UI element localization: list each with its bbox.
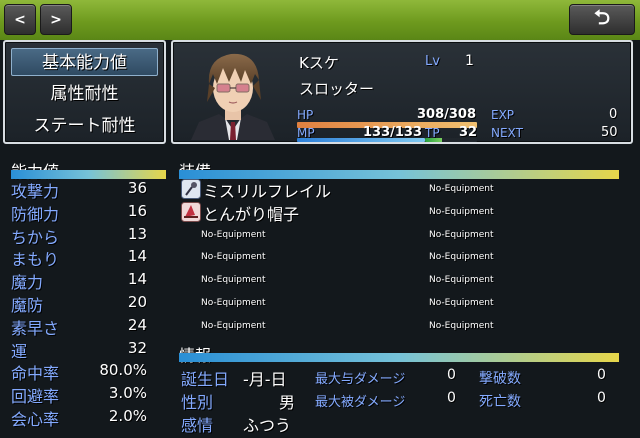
equip-slot[interactable]: No-Equipment	[179, 315, 409, 337]
equip-slot[interactable]: ミスリルフレイル	[179, 178, 409, 203]
kills-label: 撃破数	[479, 371, 521, 387]
hat-icon	[181, 201, 201, 226]
gender-value: 男	[279, 393, 296, 412]
level-label: Lv	[425, 54, 440, 69]
hp-value: 308/308	[417, 107, 477, 122]
equip-empty-label: No-Equipment	[201, 252, 266, 263]
status-window: 能力値 攻撃力36防御力16ちから13まもり14魔力14魔防20素早さ24運32…	[3, 150, 633, 435]
param-value: 14	[127, 270, 147, 289]
param-value: 24	[127, 315, 147, 334]
prev-actor-button[interactable]: <	[4, 4, 36, 35]
equip-empty-label: No-Equipment	[201, 229, 266, 240]
hp-label: HP	[297, 108, 314, 122]
mp-gauge	[297, 138, 425, 142]
param-label: 防御力	[11, 204, 60, 224]
equip-empty-label: No-Equipment	[429, 298, 494, 308]
menu-item-basic-params[interactable]: 基本能力値	[11, 48, 158, 76]
equip-name: とんがり帽子	[203, 204, 300, 224]
category-menu: 基本能力値 属性耐性 ステート耐性	[3, 40, 166, 144]
next-label: NEXT	[491, 126, 523, 140]
equip-empty-label: No-Equipment	[201, 298, 266, 308]
tp-gauge	[425, 138, 477, 142]
param-value: 14	[127, 247, 147, 266]
max-taken-label: 最大被ダメージ	[315, 395, 406, 410]
equip-slot[interactable]: No-Equipment	[423, 246, 619, 268]
equip-empty-label: No-Equipment	[429, 206, 494, 217]
max-taken-value: 0	[447, 390, 456, 406]
kills-value: 0	[597, 367, 606, 383]
param-label: 攻撃力	[11, 182, 60, 201]
param-value: 3.0%	[108, 384, 147, 403]
exp-value: 0	[609, 107, 618, 122]
gender-label: 性別	[181, 393, 214, 412]
menu-item-state-resist[interactable]: ステート耐性	[11, 112, 158, 140]
equip-empty-label: No-Equipment	[429, 229, 494, 240]
param-label: 回避率	[11, 387, 60, 407]
equip-slot[interactable]: No-Equipment	[179, 292, 409, 314]
equip-slot[interactable]: No-Equipment	[179, 246, 409, 268]
param-label: ちから	[11, 227, 60, 247]
equip-slot[interactable]: No-Equipment	[179, 269, 409, 291]
top-bar: < > ⮌	[0, 0, 640, 40]
equip-slot[interactable]: No-Equipment	[179, 224, 409, 246]
equip-slot[interactable]: No-Equipment	[423, 178, 619, 200]
equip-empty-label: No-Equipment	[429, 252, 494, 263]
param-value: 16	[127, 201, 147, 220]
max-dealt-label: 最大与ダメージ	[315, 372, 406, 387]
equip-slot[interactable]: No-Equipment	[423, 269, 619, 291]
menu-item-label: 基本能力値	[42, 53, 127, 73]
param-label: 命中率	[11, 364, 60, 384]
equip-empty-label: No-Equipment	[201, 320, 266, 331]
next-actor-button[interactable]: >	[40, 4, 72, 35]
equip-slot[interactable]: とんがり帽子	[179, 201, 409, 226]
menu-item-label: 属性耐性	[50, 84, 119, 104]
actor-face-portrait	[191, 53, 275, 140]
next-value: 50	[601, 125, 618, 140]
param-value: 20	[127, 293, 147, 311]
param-label: 素早さ	[11, 318, 60, 338]
actor-window: Kスケ Lv 1 スロッター HP 308/308 MP 133/133 TP …	[171, 40, 633, 144]
param-label: まもり	[11, 250, 60, 270]
param-label: 会心率	[11, 410, 60, 429]
menu-item-label: ステート耐性	[33, 116, 136, 136]
exp-label: EXP	[491, 108, 515, 122]
equip-slot[interactable]: No-Equipment	[423, 315, 619, 337]
param-label: 魔防	[11, 296, 44, 315]
chevron-left-icon: <	[14, 11, 26, 28]
info-header-bar	[179, 353, 619, 362]
equip-empty-label: No-Equipment	[429, 275, 494, 286]
param-value: 32	[127, 338, 147, 357]
flail-icon	[181, 179, 201, 203]
param-label: 魔力	[11, 273, 44, 293]
back-arrow-icon: ⮌	[593, 4, 611, 29]
equip-slot[interactable]: No-Equipment	[423, 292, 619, 314]
chevron-right-icon: >	[50, 11, 62, 28]
actor-name: Kスケ	[299, 54, 339, 72]
actor-class: スロッター	[299, 80, 375, 98]
feeling-label: 感情	[181, 416, 214, 435]
deaths-label: 死亡数	[479, 394, 521, 410]
max-dealt-value: 0	[447, 367, 456, 383]
param-label: 運	[11, 341, 28, 361]
equip-slot[interactable]: No-Equipment	[423, 201, 619, 223]
equip-empty-label: No-Equipment	[429, 320, 494, 331]
birthday-label: 誕生日	[181, 370, 230, 389]
param-value: 2.0%	[108, 407, 147, 425]
equip-name: ミスリルフレイル	[203, 182, 332, 201]
equip-slot[interactable]: No-Equipment	[423, 224, 619, 246]
param-value: 13	[127, 224, 147, 243]
equip-empty-label: No-Equipment	[201, 275, 266, 286]
menu-item-element-resist[interactable]: 属性耐性	[11, 80, 158, 108]
level-value: 1	[465, 53, 474, 69]
feeling-value: ふつう	[243, 416, 292, 435]
birthday-value: -月-日	[243, 370, 287, 389]
back-button[interactable]: ⮌	[569, 4, 635, 35]
param-value: 80.0%	[99, 361, 147, 380]
param-value: 36	[127, 179, 147, 197]
equip-empty-label: No-Equipment	[429, 184, 494, 194]
deaths-value: 0	[597, 390, 606, 406]
